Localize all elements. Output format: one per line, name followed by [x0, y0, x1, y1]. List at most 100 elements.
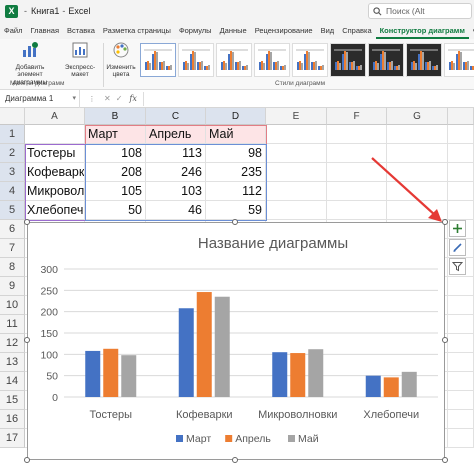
value-cell[interactable]: 105	[85, 182, 146, 201]
cell[interactable]	[327, 201, 387, 220]
cell[interactable]	[448, 277, 474, 296]
chart-style-thumb[interactable]	[406, 43, 442, 77]
row-header-15[interactable]: 15	[0, 391, 25, 410]
row-header-5[interactable]: 5	[0, 201, 25, 220]
cell[interactable]	[448, 372, 474, 391]
cell[interactable]	[266, 144, 327, 163]
cell[interactable]	[448, 144, 474, 163]
cell[interactable]	[327, 144, 387, 163]
cell[interactable]	[448, 296, 474, 315]
row-header-13[interactable]: 13	[0, 353, 25, 372]
confirm-icon[interactable]: ✓	[116, 94, 123, 103]
value-cell[interactable]: 59	[206, 201, 266, 220]
bar-Март-Тостеры[interactable]	[85, 350, 101, 397]
header-cell[interactable]: Май	[206, 125, 266, 144]
bar-Март-Кофеварки[interactable]	[178, 308, 194, 397]
tab-4[interactable]: Формулы	[175, 22, 216, 39]
value-cell[interactable]: 235	[206, 163, 266, 182]
row-header-4[interactable]: 4	[0, 182, 25, 201]
cell[interactable]	[266, 163, 327, 182]
cell[interactable]	[448, 429, 474, 448]
cell[interactable]	[266, 125, 327, 144]
tab-8[interactable]: Справка	[338, 22, 375, 39]
legend-label[interactable]: Апрель	[235, 433, 271, 445]
resize-handle[interactable]	[24, 219, 30, 225]
change-colors-button[interactable]: Изменить цвета	[106, 41, 136, 79]
select-all-corner[interactable]	[0, 108, 25, 125]
fx-icon[interactable]: fx	[129, 94, 136, 103]
legend-label[interactable]: Март	[186, 433, 211, 445]
cell[interactable]	[448, 410, 474, 429]
chart-elements-button[interactable]	[449, 220, 466, 237]
category-cell[interactable]: Кофеварки	[25, 163, 85, 182]
bar-Апрель-Микроволновки[interactable]	[290, 353, 306, 397]
category-cell[interactable]: Микроволновки	[25, 182, 85, 201]
cell[interactable]	[448, 201, 474, 220]
row-header-17[interactable]: 17	[0, 429, 25, 448]
column-header-partial[interactable]	[448, 108, 474, 125]
tab-10[interactable]: Формат	[469, 22, 474, 39]
chart-title[interactable]: Название диаграммы	[198, 235, 348, 252]
row-header-3[interactable]: 3	[0, 163, 25, 182]
value-cell[interactable]: 98	[206, 144, 266, 163]
column-header-F[interactable]: F	[327, 108, 387, 125]
tab-5[interactable]: Данные	[216, 22, 251, 39]
cell[interactable]	[387, 163, 448, 182]
bar-Апрель-Тостеры[interactable]	[103, 348, 119, 397]
value-cell[interactable]: 246	[146, 163, 206, 182]
column-header-E[interactable]: E	[266, 108, 327, 125]
cell[interactable]	[387, 182, 448, 201]
resize-handle[interactable]	[24, 337, 30, 343]
chart-style-thumb[interactable]	[368, 43, 404, 77]
chart-style-thumb[interactable]	[330, 43, 366, 77]
tab-7[interactable]: Вид	[317, 22, 339, 39]
formula-input[interactable]	[142, 91, 474, 106]
cell[interactable]	[327, 163, 387, 182]
row-header-9[interactable]: 9	[0, 277, 25, 296]
resize-handle[interactable]	[232, 457, 238, 463]
cell[interactable]	[266, 201, 327, 220]
value-cell[interactable]: 46	[146, 201, 206, 220]
cell[interactable]	[327, 125, 387, 144]
column-header-G[interactable]: G	[387, 108, 448, 125]
category-cell[interactable]: Тостеры	[25, 144, 85, 163]
name-box[interactable]: Диаграмма 1 ▾	[0, 89, 80, 108]
resize-handle[interactable]	[442, 457, 448, 463]
bar-Май-Микроволновки[interactable]	[308, 349, 324, 397]
bar-Апрель-Хлебопечи[interactable]	[383, 377, 399, 397]
bar-Май-Тостеры[interactable]	[121, 355, 137, 397]
tab-6[interactable]: Рецензирование	[251, 22, 317, 39]
value-cell[interactable]: 108	[85, 144, 146, 163]
row-header-7[interactable]: 7	[0, 239, 25, 258]
column-header-C[interactable]: C	[146, 108, 206, 125]
value-cell[interactable]: 103	[146, 182, 206, 201]
resize-handle[interactable]	[442, 219, 448, 225]
row-header-10[interactable]: 10	[0, 296, 25, 315]
cell[interactable]	[448, 163, 474, 182]
value-cell[interactable]: 208	[85, 163, 146, 182]
chart-style-thumb[interactable]	[292, 43, 328, 77]
cell[interactable]	[387, 201, 448, 220]
row-header-12[interactable]: 12	[0, 334, 25, 353]
quick-layout-button[interactable]: Экспресс- макет	[60, 41, 100, 79]
header-cell[interactable]: Март	[85, 125, 146, 144]
chart-style-thumb[interactable]	[254, 43, 290, 77]
row-header-2[interactable]: 2	[0, 144, 25, 163]
cell[interactable]	[448, 391, 474, 410]
cell[interactable]	[266, 182, 327, 201]
header-cell[interactable]: Апрель	[146, 125, 206, 144]
search-box[interactable]: Поиск (Alt	[368, 3, 472, 19]
row-header-14[interactable]: 14	[0, 372, 25, 391]
cell[interactable]	[448, 353, 474, 372]
cell[interactable]	[387, 125, 448, 144]
chart-style-thumb[interactable]	[178, 43, 214, 77]
row-header-11[interactable]: 11	[0, 315, 25, 334]
cell[interactable]	[448, 125, 474, 144]
chart-style-thumb[interactable]	[444, 43, 474, 77]
chart-style-thumb[interactable]	[140, 43, 176, 77]
category-cell[interactable]: Хлебопечки	[25, 201, 85, 220]
tab-0[interactable]: Файл	[0, 22, 26, 39]
cell[interactable]	[448, 182, 474, 201]
cell[interactable]	[327, 182, 387, 201]
column-header-D[interactable]: D	[206, 108, 266, 125]
